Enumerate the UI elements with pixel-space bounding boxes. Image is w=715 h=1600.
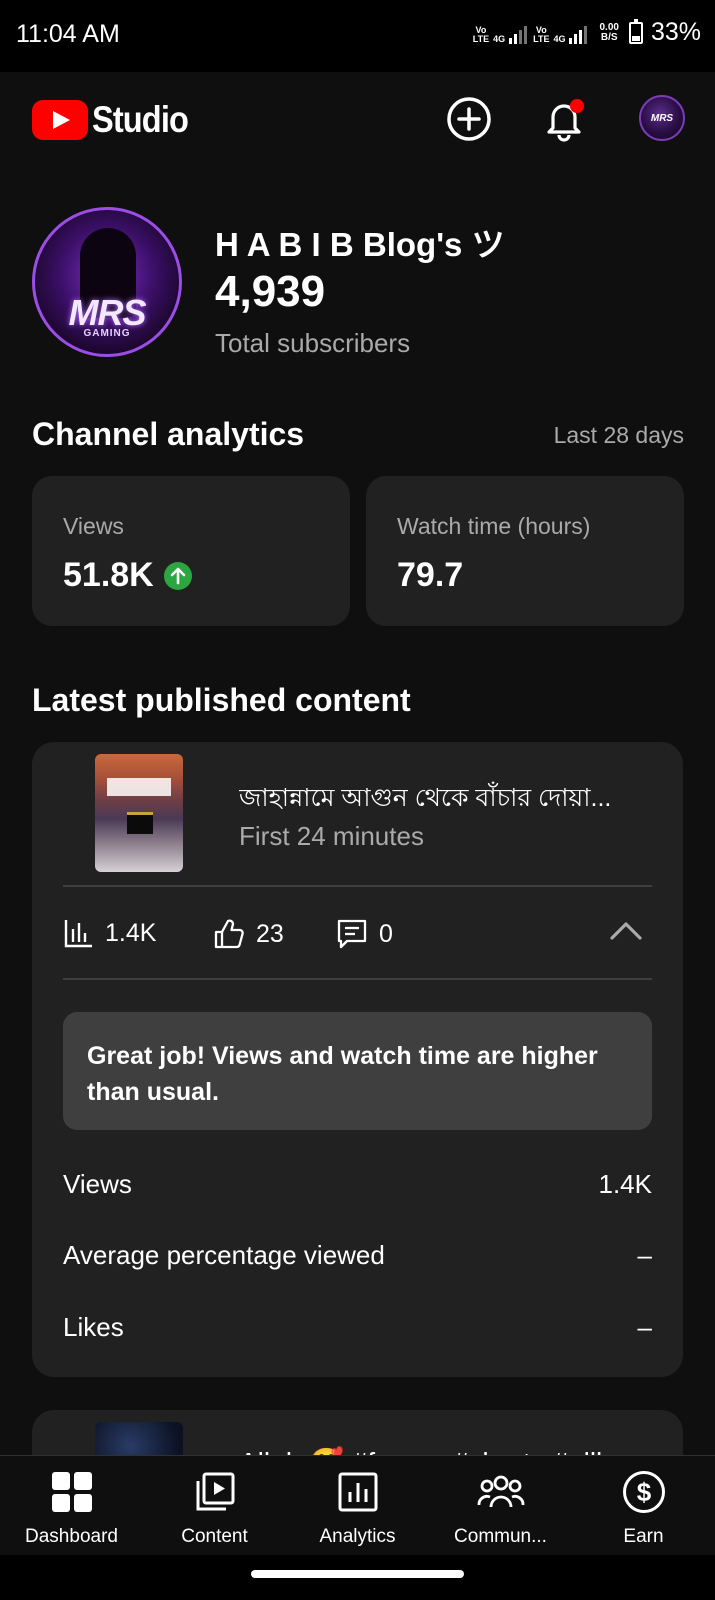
youtube-play-icon xyxy=(32,100,88,140)
views-card-value: 51.8K xyxy=(63,556,154,594)
latest-video-card[interactable]: জাহান্নামে আগুন থেকে বাঁচার দোয়া... Fir… xyxy=(32,742,683,1377)
watch-time-card[interactable]: Watch time (hours) 79.7 xyxy=(366,476,684,626)
bottom-navigation: Dashboard Content Analytics Commun... $ … xyxy=(0,1455,715,1555)
performance-callout: Great job! Views and watch time are high… xyxy=(63,1012,652,1130)
latest-content-title: Latest published content xyxy=(32,682,411,718)
views-card[interactable]: Views 51.8K xyxy=(32,476,350,626)
earn-icon: $ xyxy=(620,1468,668,1516)
stat-row-views: Views 1.4K xyxy=(63,1169,652,1199)
notifications-button[interactable] xyxy=(540,95,588,143)
net-speed: 0.00 B/S xyxy=(599,21,619,43)
video-comments-metric: 0 xyxy=(335,917,393,951)
dashboard-icon xyxy=(48,1468,96,1516)
gesture-bar xyxy=(0,1555,715,1600)
trend-up-icon xyxy=(163,561,192,590)
app-header: Studio MRS xyxy=(0,72,715,172)
comment-icon xyxy=(337,919,367,949)
sim1-signal-icon: Vo LTE 4G xyxy=(473,22,528,44)
nav-community[interactable]: Commun... xyxy=(429,1456,572,1556)
video-views-metric: 1.4K xyxy=(63,917,156,949)
analytics-icon xyxy=(334,1468,382,1516)
video-subtitle: First 24 minutes xyxy=(239,821,424,851)
content-icon xyxy=(191,1468,239,1516)
status-icons: Vo LTE 4G Vo LTE 4G 0.00 B/S 33% xyxy=(473,18,701,47)
channel-avatar[interactable]: MRS GAMING xyxy=(32,207,182,357)
collapse-button[interactable] xyxy=(609,920,643,947)
video-comments-value: 0 xyxy=(379,919,393,948)
studio-logo[interactable]: Studio xyxy=(32,99,201,141)
channel-name: H A B I B Blog's ツ xyxy=(215,226,505,263)
community-icon xyxy=(477,1468,525,1516)
video-likes-metric: 23 xyxy=(212,917,284,951)
bar-chart-icon xyxy=(64,920,92,948)
divider xyxy=(63,978,652,980)
video-views-value: 1.4K xyxy=(105,918,157,947)
nav-analytics[interactable]: Analytics xyxy=(286,1456,429,1556)
create-button[interactable] xyxy=(445,95,493,143)
nav-earn[interactable]: $ Earn xyxy=(572,1456,715,1556)
views-card-label: Views xyxy=(63,513,124,539)
status-time: 11:04 AM xyxy=(16,20,120,48)
chevron-up-icon xyxy=(610,922,642,940)
bell-icon xyxy=(547,99,584,142)
plus-circle-icon xyxy=(447,97,491,141)
subscriber-count: 4,939 xyxy=(215,267,326,316)
app-name: Studio xyxy=(92,99,189,140)
subscriber-label: Total subscribers xyxy=(215,328,411,358)
watch-time-card-label: Watch time (hours) xyxy=(397,513,591,539)
account-avatar[interactable]: MRS xyxy=(639,95,685,141)
stat-row-likes: Likes – xyxy=(63,1312,652,1342)
nav-content[interactable]: Content xyxy=(143,1456,286,1556)
channel-analytics-title: Channel analytics xyxy=(32,416,305,452)
thumbs-up-icon xyxy=(214,919,244,949)
svg-text:$: $ xyxy=(636,1477,651,1507)
nav-dashboard[interactable]: Dashboard xyxy=(0,1456,143,1556)
battery-percent: 33% xyxy=(650,18,701,46)
sim2-signal-icon: Vo LTE 4G xyxy=(533,22,588,44)
video-thumbnail[interactable] xyxy=(95,754,183,872)
status-bar: 11:04 AM Vo LTE 4G Vo LTE 4G 0.00 B/S 33% xyxy=(0,0,715,72)
divider xyxy=(63,885,652,887)
watch-time-card-value: 79.7 xyxy=(397,556,464,594)
home-indicator[interactable] xyxy=(251,1570,464,1578)
battery-icon xyxy=(628,18,643,44)
stat-row-avg-percentage: Average percentage viewed – xyxy=(63,1240,652,1270)
analytics-period: Last 28 days xyxy=(553,422,684,448)
video-title[interactable]: জাহান্নামে আগুন থেকে বাঁচার দোয়া... xyxy=(239,778,659,821)
video-likes-value: 23 xyxy=(256,919,284,948)
